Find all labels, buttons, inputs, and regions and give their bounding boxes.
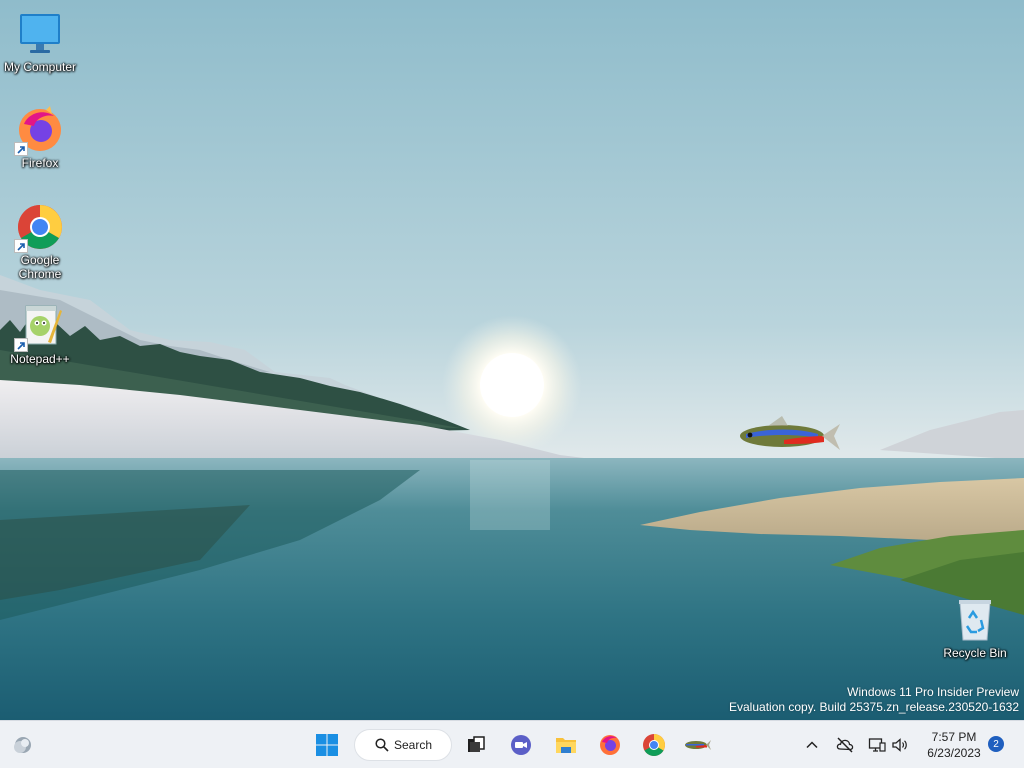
chevron-up-icon	[806, 741, 818, 749]
desktop-icon-notepadpp[interactable]: Notepad++	[0, 302, 80, 366]
desktop[interactable]: My Computer Firefox Google Chrome Notepa…	[0, 0, 1024, 720]
shortcut-arrow-icon	[14, 338, 28, 352]
taskbar-clock[interactable]: 7:57 PM 6/23/2023	[920, 729, 988, 761]
chrome-icon	[14, 203, 64, 253]
taskbar-search[interactable]: Search	[354, 729, 452, 761]
desktop-icon-recycle-bin[interactable]: Recycle Bin	[935, 596, 1015, 660]
desktop-icon-label: Recycle Bin	[943, 646, 1007, 660]
desktop-icon-my-computer[interactable]: My Computer	[0, 10, 80, 74]
show-hidden-icons-button[interactable]	[802, 735, 822, 755]
evaluation-watermark: Windows 11 Pro Insider Preview Evaluatio…	[729, 685, 1019, 715]
desktop-icon-label: My Computer	[3, 60, 77, 74]
widgets-button[interactable]	[6, 729, 38, 761]
notification-badge[interactable]: 2	[988, 736, 1004, 752]
desktop-fish[interactable]	[738, 414, 842, 458]
display-icon	[868, 738, 886, 752]
file-explorer-icon	[556, 738, 576, 753]
volume-tray-button[interactable]	[890, 735, 910, 755]
clock-time: 7:57 PM	[931, 730, 977, 744]
weather-icon	[14, 737, 31, 753]
firefox-icon	[14, 106, 64, 156]
display-tray-button[interactable]	[867, 735, 887, 755]
watermark-line-1: Windows 11 Pro Insider Preview	[847, 685, 1019, 699]
desktop-icon-label: Firefox	[21, 156, 59, 170]
wallpaper	[0, 0, 1024, 720]
monitor-icon	[16, 10, 64, 58]
taskbar: Search 7:57 PM 6/23/2023	[0, 720, 1024, 768]
teams-chat-icon	[511, 735, 531, 755]
desktop-icon-google-chrome[interactable]: Google Chrome	[0, 203, 80, 281]
notepadpp-icon	[14, 302, 64, 352]
file-explorer-button[interactable]	[550, 729, 582, 761]
taskbar-chrome[interactable]	[638, 729, 670, 761]
task-view-button[interactable]	[460, 729, 492, 761]
start-icon	[316, 734, 338, 756]
recycle-bin-icon	[951, 596, 999, 644]
search-label: Search	[394, 738, 433, 752]
network-tray-button[interactable]	[835, 735, 855, 755]
network-off-icon	[836, 737, 854, 753]
chrome-icon	[643, 734, 665, 756]
taskbar-firefox[interactable]	[594, 729, 626, 761]
shortcut-arrow-icon	[14, 142, 28, 156]
firefox-icon	[600, 735, 620, 755]
desktop-icon-firefox[interactable]: Firefox	[0, 106, 80, 170]
search-icon	[375, 738, 389, 752]
watermark-line-2: Evaluation copy. Build 25375.zn_release.…	[729, 700, 1019, 714]
shortcut-arrow-icon	[14, 239, 28, 253]
fish-icon	[740, 416, 840, 450]
chat-button[interactable]	[505, 729, 537, 761]
volume-icon	[892, 738, 907, 752]
clock-date: 6/23/2023	[927, 746, 981, 760]
fish-app-icon	[685, 740, 711, 750]
start-button[interactable]	[311, 729, 343, 761]
taskbar-fish-app[interactable]	[682, 729, 714, 761]
desktop-icon-label: Notepad++	[10, 352, 70, 366]
task-view-icon	[468, 736, 485, 752]
desktop-icon-label: Google Chrome	[18, 253, 62, 281]
